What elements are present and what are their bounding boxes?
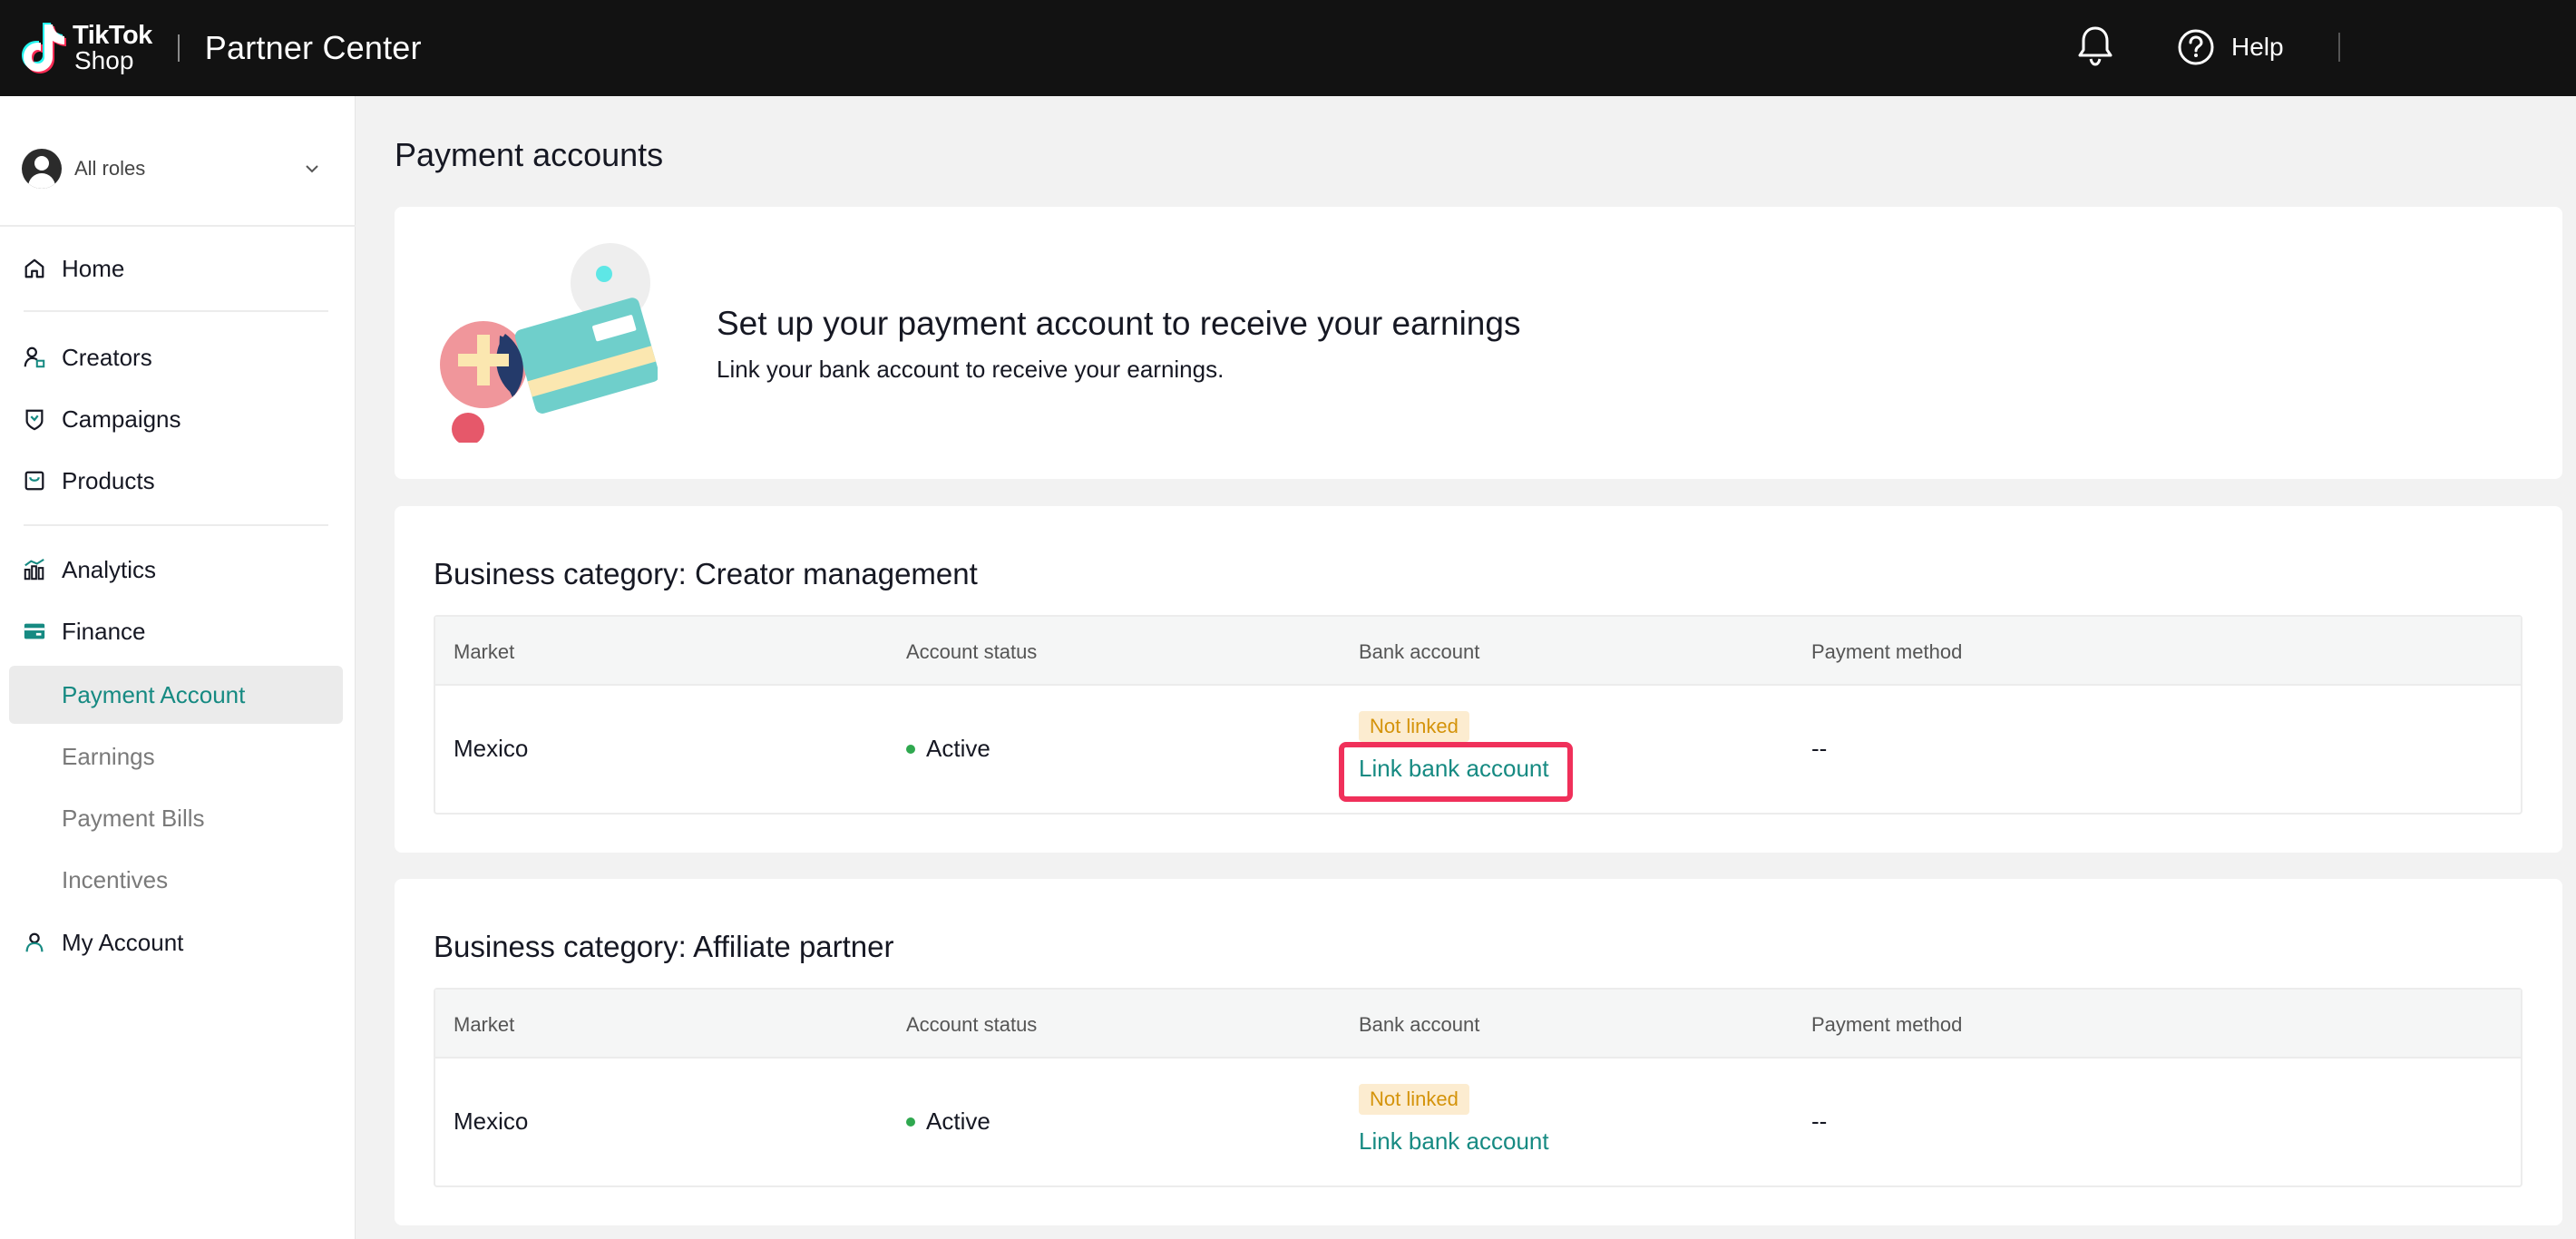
column-header-bank-account: Bank account bbox=[1359, 640, 1480, 663]
link-bank-account-link[interactable]: Link bank account bbox=[1359, 1127, 1549, 1156]
column-header-account-status: Account status bbox=[906, 1013, 1038, 1036]
payment-accounts-table: Market Account status Bank account Payme… bbox=[434, 988, 2522, 1187]
sidebar-item-label: Products bbox=[62, 466, 155, 494]
sidebar-item-analytics[interactable]: Analytics bbox=[22, 551, 156, 588]
status-badge: Not linked bbox=[1359, 1084, 1469, 1115]
sidebar-item-label: Finance bbox=[62, 617, 146, 645]
sidebar-item-label: Analytics bbox=[62, 555, 157, 583]
status-text: Active bbox=[926, 735, 990, 762]
logo-line2: Shop bbox=[74, 46, 134, 74]
table-row: Mexico Active Not linked Link bank accou… bbox=[435, 686, 2521, 813]
sidebar: All roles Home Creators Campaigns Produc… bbox=[0, 96, 356, 1239]
topbar-separator bbox=[2338, 33, 2340, 62]
sidebar-item-finance[interactable]: Finance bbox=[22, 613, 146, 649]
help-label: Help bbox=[2231, 33, 2284, 61]
creator-management-section: Business category: Creator management Ma… bbox=[395, 506, 2562, 853]
section-title: Business category: Creator management bbox=[434, 557, 978, 590]
table-row: Mexico Active Not linked Link bank accou… bbox=[435, 1059, 2521, 1185]
sidebar-item-campaigns[interactable]: Campaigns bbox=[22, 401, 181, 437]
sidebar-item-label: My Account bbox=[62, 928, 184, 956]
table-header: Market Account status Bank account Payme… bbox=[435, 990, 2521, 1059]
finance-icon bbox=[22, 619, 47, 644]
help-button[interactable]: Help bbox=[2177, 28, 2284, 66]
tiktok-logo-icon bbox=[22, 23, 66, 73]
creators-icon bbox=[22, 345, 47, 370]
sidebar-item-home[interactable]: Home bbox=[22, 250, 124, 287]
user-icon bbox=[22, 930, 47, 955]
status-dot-icon bbox=[906, 1117, 915, 1127]
account-status-cell: Active bbox=[906, 1107, 990, 1136]
role-selector[interactable]: All roles bbox=[22, 145, 330, 192]
sidebar-item-label: Creators bbox=[62, 343, 152, 371]
logo-divider bbox=[177, 34, 180, 62]
sidebar-item-creators[interactable]: Creators bbox=[22, 339, 152, 376]
app-title: Partner Center bbox=[204, 29, 422, 66]
sidebar-item-label: Campaigns bbox=[62, 405, 181, 433]
logo-wordmark: TikTok Shop bbox=[73, 23, 152, 73]
chevron-down-icon bbox=[306, 165, 318, 173]
logo-line1: TikTok bbox=[73, 21, 152, 50]
account-status-cell: Active bbox=[906, 735, 990, 763]
link-bank-account-link[interactable]: Link bank account bbox=[1359, 755, 1549, 783]
top-navigation-bar: TikTok Shop Partner Center Help bbox=[0, 0, 2576, 96]
sidebar-item-earnings[interactable]: Earnings bbox=[9, 727, 343, 785]
notification-bell-icon[interactable] bbox=[2077, 24, 2113, 68]
sidebar-item-my-account[interactable]: My Account bbox=[22, 924, 183, 961]
banner-title: Set up your payment account to receive y… bbox=[717, 305, 1521, 342]
sidebar-item-payment-account[interactable]: Payment Account bbox=[9, 666, 343, 724]
sidebar-divider bbox=[24, 310, 328, 312]
payment-accounts-table: Market Account status Bank account Payme… bbox=[434, 615, 2522, 815]
affiliate-partner-section: Business category: Affiliate partner Mar… bbox=[395, 879, 2562, 1225]
setup-banner-card: Set up your payment account to receive y… bbox=[395, 207, 2562, 479]
sidebar-divider bbox=[24, 524, 328, 526]
status-badge: Not linked bbox=[1359, 711, 1469, 742]
column-header-account-status: Account status bbox=[906, 640, 1038, 663]
banner-subtitle: Link your bank account to receive your e… bbox=[717, 356, 1225, 383]
sidebar-item-label: Home bbox=[62, 254, 125, 282]
campaigns-icon bbox=[22, 406, 47, 432]
payment-method-cell: -- bbox=[1811, 1107, 1828, 1135]
products-icon bbox=[22, 468, 47, 493]
market-cell: Mexico bbox=[454, 735, 529, 762]
avatar bbox=[22, 149, 62, 189]
help-icon bbox=[2178, 29, 2214, 65]
table-header: Market Account status Bank account Payme… bbox=[435, 617, 2521, 686]
column-header-bank-account: Bank account bbox=[1359, 1013, 1480, 1036]
sidebar-item-products[interactable]: Products bbox=[22, 463, 155, 499]
page-title: Payment accounts bbox=[395, 136, 664, 173]
status-dot-icon bbox=[906, 744, 915, 754]
column-header-payment-method: Payment method bbox=[1811, 1013, 1963, 1036]
status-text: Active bbox=[926, 1107, 990, 1135]
sidebar-divider bbox=[0, 225, 356, 227]
home-icon bbox=[22, 256, 47, 281]
analytics-icon bbox=[22, 557, 47, 582]
sidebar-item-payment-bills[interactable]: Payment Bills bbox=[9, 789, 343, 847]
section-title: Business category: Affiliate partner bbox=[434, 930, 894, 963]
tiktok-shop-logo[interactable]: TikTok Shop bbox=[20, 0, 152, 96]
role-label: All roles bbox=[74, 157, 146, 180]
payment-method-cell: -- bbox=[1811, 735, 1828, 762]
market-cell: Mexico bbox=[454, 1107, 529, 1135]
column-header-payment-method: Payment method bbox=[1811, 640, 1963, 663]
column-header-market: Market bbox=[454, 1013, 515, 1036]
payment-card-illustration bbox=[440, 243, 658, 443]
column-header-market: Market bbox=[454, 640, 515, 663]
sidebar-item-incentives[interactable]: Incentives bbox=[9, 851, 343, 909]
